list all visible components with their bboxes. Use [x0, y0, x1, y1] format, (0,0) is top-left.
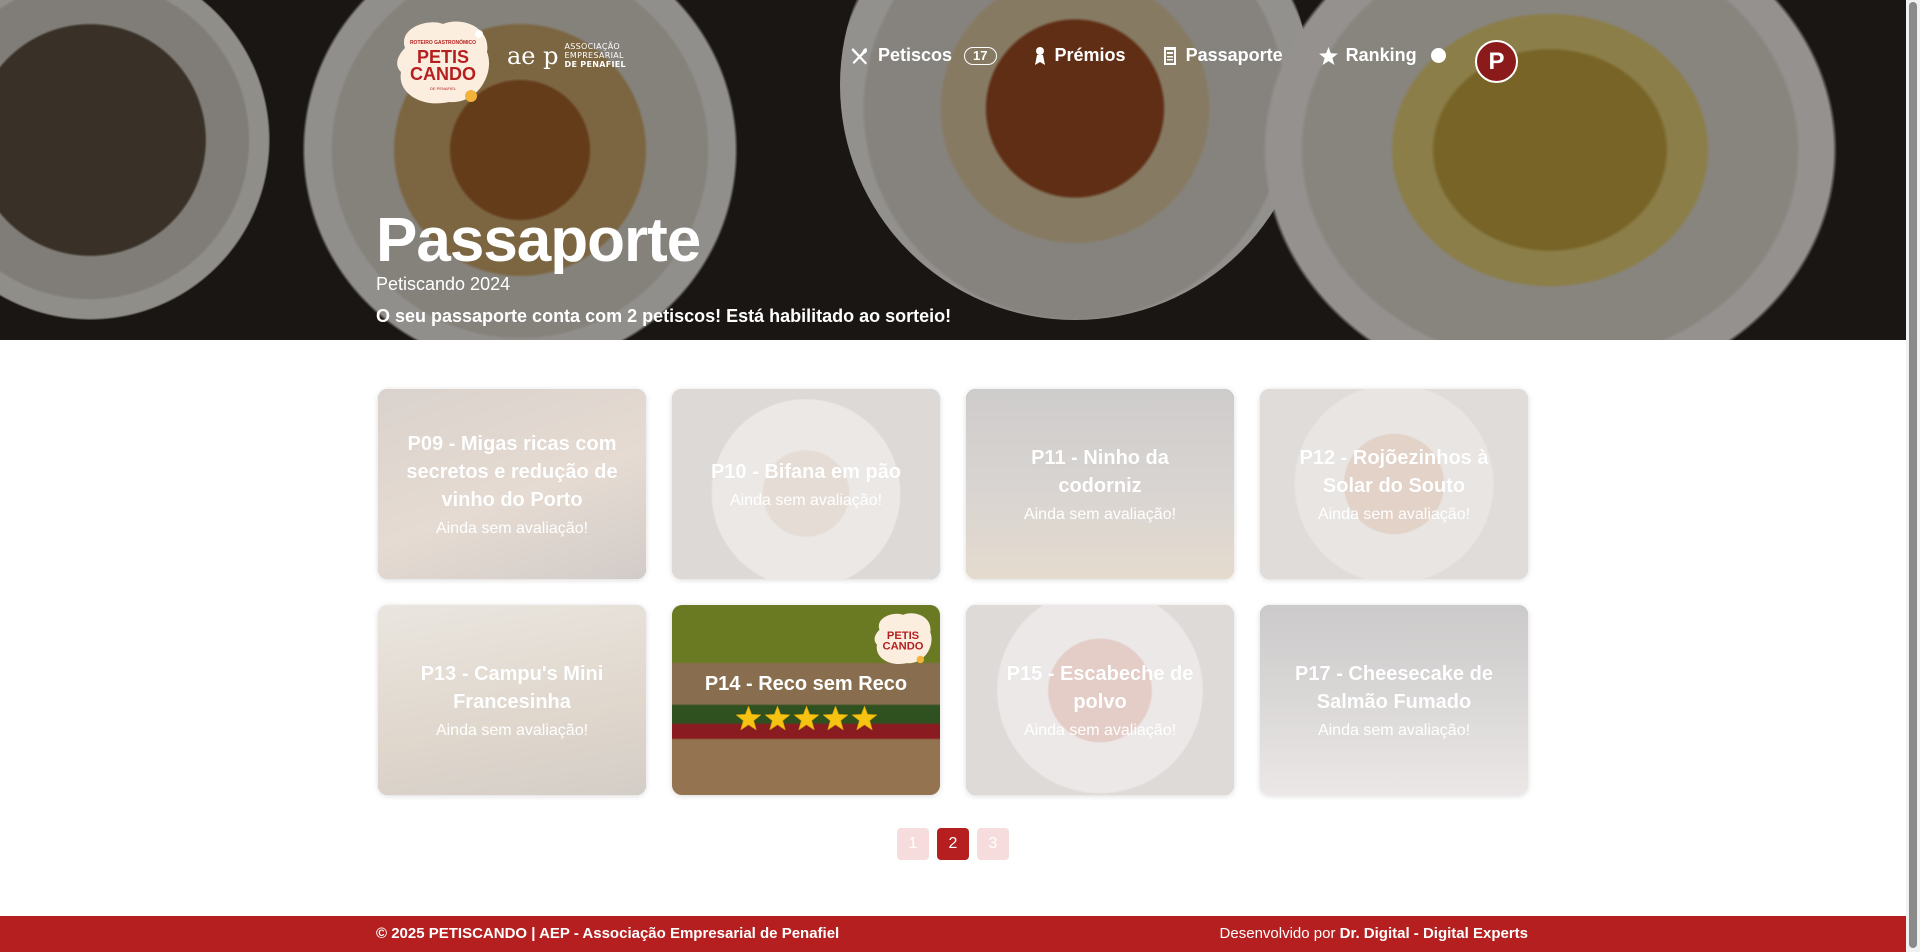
card-status: Ainda sem avaliação!: [1023, 506, 1177, 523]
nav-ranking[interactable]: Ranking: [1318, 45, 1446, 66]
nav-passaporte[interactable]: Passaporte: [1162, 45, 1283, 66]
card-title: P15 - Escabeche de polvo: [1006, 663, 1194, 713]
aep-logo[interactable]: ae p ASSOCIAÇÃO EMPRESARIAL DE PENAFIEL: [507, 42, 626, 69]
nav-premios[interactable]: Prémios: [1033, 45, 1126, 66]
card-status: Ainda sem avaliação!: [435, 722, 589, 739]
footer-credits-prefix: Desenvolvido por: [1219, 925, 1336, 942]
card-status: Ainda sem avaliação!: [435, 520, 589, 537]
nav-label: Ranking: [1345, 45, 1417, 65]
nav-label: Petiscos: [878, 45, 953, 65]
rating-star-icon: [764, 706, 790, 730]
petisco-card[interactable]: P09 - Migas ricas com secretos e redução…: [378, 389, 646, 579]
ranking-dot-indicator: [1430, 48, 1446, 63]
rating-star-icon: [822, 706, 848, 730]
nav-label: Prémios: [1054, 45, 1126, 65]
card-status: Ainda sem avaliação!: [729, 492, 883, 509]
rating-stars: [735, 706, 877, 730]
page-button-2-current[interactable]: 2: [937, 828, 969, 860]
card-status: Ainda sem avaliação!: [1023, 722, 1177, 739]
footer-copyright: © 2025 PETISCANDO | AEP - Associação Emp…: [376, 925, 840, 942]
page-subtitle: Petiscando 2024: [376, 274, 511, 294]
page-scrollbar[interactable]: [1906, 0, 1920, 952]
petisco-card[interactable]: P17 - Cheesecake de Salmão Fumado Ainda …: [1260, 605, 1528, 795]
passport-icon: [1163, 46, 1176, 65]
card-title: P12 - Rojõezinhos à Solar do Souto: [1299, 447, 1489, 497]
passport-status-note: O seu passaporte conta com 2 petiscos! E…: [376, 306, 952, 326]
scrollbar-thumb[interactable]: [1909, 2, 1917, 948]
user-avatar[interactable]: P: [1475, 40, 1518, 83]
card-title: P09 - Migas ricas com secretos e redução…: [406, 433, 618, 511]
svg-text:ROTEIRO GASTRONÓMICO: ROTEIRO GASTRONÓMICO: [410, 38, 476, 46]
card-status: Ainda sem avaliação!: [1317, 506, 1471, 523]
main-nav: Petiscos 17 Prémios Passaporte Ranking: [850, 45, 1482, 66]
cutlery-icon: [851, 47, 868, 64]
petiscos-grid: P09 - Migas ricas com secretos e redução…: [378, 389, 1528, 795]
aep-mark: ae p: [507, 41, 559, 70]
page-button-3[interactable]: 3: [977, 828, 1009, 860]
footer-credits: Desenvolvido por Dr. Digital - Digital E…: [1220, 925, 1528, 942]
petiscos-count-badge: 17: [964, 46, 997, 65]
page-button-1[interactable]: 1: [897, 828, 929, 860]
card-status: Ainda sem avaliação!: [1317, 722, 1471, 739]
petiscando-logo[interactable]: ROTEIRO GASTRONÓMICO PETIS CANDO DE PENA…: [393, 18, 493, 108]
card-title: P13 - Campu's Mini Francesinha: [420, 663, 604, 713]
footer: © 2025 PETISCANDO | AEP - Associação Emp…: [0, 916, 1906, 952]
nav-label: Passaporte: [1185, 45, 1283, 65]
page-title: Passaporte: [376, 206, 701, 275]
petisco-card[interactable]: P12 - Rojõezinhos à Solar do Souto Ainda…: [1260, 389, 1528, 579]
petisco-card[interactable]: P13 - Campu's Mini Francesinha Ainda sem…: [378, 605, 646, 795]
card-title: P11 - Ninho da codorniz: [1031, 447, 1169, 497]
petisco-card[interactable]: P11 - Ninho da codorniz Ainda sem avalia…: [966, 389, 1234, 579]
rating-star-icon: [793, 706, 819, 730]
petisco-card[interactable]: P15 - Escabeche de polvo Ainda sem avali…: [966, 605, 1234, 795]
aep-text: ASSOCIAÇÃO EMPRESARIAL DE PENAFIEL: [564, 42, 626, 69]
petisco-card[interactable]: P10 - Bifana em pão Ainda sem avaliação!: [672, 389, 940, 579]
star-icon: [1318, 46, 1338, 65]
award-icon: [1034, 46, 1045, 65]
card-title: P10 - Bifana em pão: [710, 461, 902, 483]
card-title: P14 - Reco sem Reco: [704, 673, 908, 695]
card-title: P17 - Cheesecake de Salmão Fumado: [1295, 663, 1493, 713]
svg-text:DE PENAFIEL: DE PENAFIEL: [430, 86, 457, 91]
svg-text:CANDO: CANDO: [410, 64, 476, 84]
pagination: 1 2 3: [897, 828, 1009, 860]
footer-credits-link[interactable]: Dr. Digital - Digital Experts: [1340, 925, 1528, 942]
petisco-card-rated[interactable]: PETIS CANDO P14 - Reco sem Reco: [672, 605, 940, 795]
nav-petiscos[interactable]: Petiscos 17: [850, 45, 997, 66]
rating-star-icon: [735, 706, 761, 730]
rating-star-icon: [851, 706, 877, 730]
